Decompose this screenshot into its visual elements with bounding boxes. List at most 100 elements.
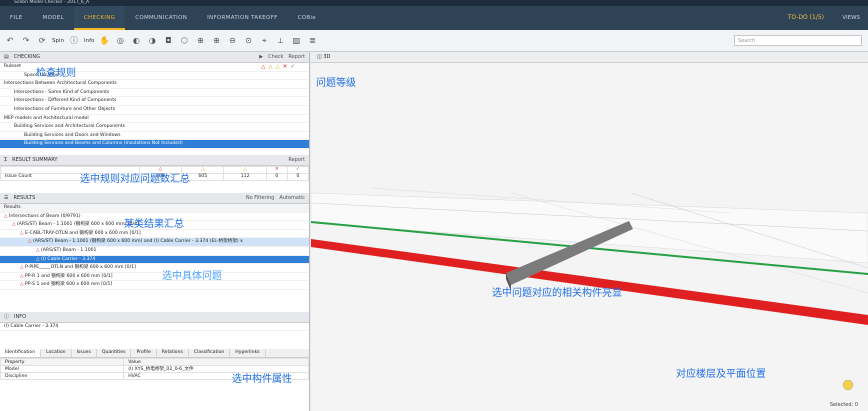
- cube-icon[interactable]: ⬡: [178, 36, 190, 45]
- info-col-property: Property: [0, 358, 125, 367]
- count-low: 112: [223, 172, 267, 181]
- rule-label: Intersections Between Architectural Comp…: [4, 81, 117, 87]
- info-tab[interactable]: Classification: [189, 349, 231, 358]
- info-tab[interactable]: Relations: [157, 349, 189, 358]
- count-rejected: 0: [265, 172, 288, 181]
- rule-row[interactable]: Intersections - Same Kind of Components: [0, 89, 309, 98]
- check-button[interactable]: Check: [268, 54, 283, 60]
- info-button[interactable]: Info: [84, 38, 94, 44]
- rule-row[interactable]: MEP models and Architectural model: [0, 115, 309, 124]
- automatic-dropdown[interactable]: Automatic: [279, 195, 305, 201]
- check-icon[interactable]: ▶: [259, 54, 263, 60]
- result-label: PP-S 1 and 钢构梁 600 x 600 mm [0/1]: [25, 282, 113, 288]
- camera-icon[interactable]: ◘: [162, 36, 174, 45]
- result-label: (ARS/ST) Beam - 1.1001: [41, 247, 97, 253]
- rule-row[interactable]: Intersections of Furniture and Other Obj…: [0, 106, 309, 115]
- undo-icon[interactable]: ↶: [4, 36, 16, 45]
- annotation-highlight: 选中问题对应的相关构件亮显: [492, 288, 622, 299]
- results-icon: ☰: [4, 194, 9, 201]
- annotation-summary: 选中规则对应问题数汇总: [80, 174, 190, 185]
- annotation-check-rules: 检查规则: [36, 68, 76, 79]
- search-input[interactable]: Search: [734, 35, 862, 46]
- spin-icon[interactable]: ⟳: [36, 36, 48, 45]
- result-row[interactable]: △ P-PIPE_____OTLN and 钢构梁 600 x 600 mm […: [0, 264, 309, 273]
- rule-label: Building Services and Doors and Windows: [24, 132, 121, 138]
- 3d-scene[interactable]: [311, 63, 868, 411]
- results-column-header: Results: [0, 203, 309, 213]
- rule-label: Intersections of Furniture and Other Obj…: [14, 106, 116, 112]
- info-tab[interactable]: Identification: [0, 349, 42, 358]
- selected-count: Selected: 0: [829, 402, 858, 408]
- checking-header: ▤ CHECKING ▶ Check Report: [0, 52, 309, 63]
- filter-dropdown[interactable]: No Filtering: [246, 195, 275, 201]
- menu-checking[interactable]: CHECKING: [73, 6, 126, 30]
- result-row[interactable]: △ PP-S 1 and 钢构梁 600 x 600 mm [0/1]: [0, 281, 309, 290]
- rule-label: Intersections - Different Kind of Compon…: [14, 98, 117, 104]
- info-tab[interactable]: Issues: [72, 349, 97, 358]
- info-icon[interactable]: ⓘ: [68, 35, 80, 46]
- hide-icon[interactable]: ◐: [130, 36, 142, 45]
- menu-file[interactable]: FILE: [0, 6, 33, 30]
- info-tab[interactable]: Profile: [131, 349, 157, 358]
- todo-button[interactable]: TO-DO (1/5): [788, 6, 824, 30]
- spin-button[interactable]: Spin: [52, 38, 64, 44]
- 3d-view-title: 3D: [323, 54, 331, 60]
- navigation-cube-icon[interactable]: [842, 379, 854, 391]
- result-label: (ARS/ST) Beam - 1.1001 (钢构梁 600 x 600 mm…: [17, 222, 139, 228]
- redo-icon[interactable]: ↷: [20, 36, 32, 45]
- report-button[interactable]: Report: [288, 54, 305, 60]
- results-title: RESULTS: [13, 194, 36, 201]
- fit-icon[interactable]: ⊙: [242, 36, 254, 45]
- info-prop-model: Model: [0, 365, 125, 374]
- menu-cobie[interactable]: COBie: [288, 6, 326, 30]
- checking-title: CHECKING: [13, 54, 41, 60]
- count-accepted: 0: [286, 172, 310, 181]
- summary-icon: Σ: [4, 156, 8, 163]
- info-tab[interactable]: Hyperlinks: [230, 349, 266, 358]
- menu-model[interactable]: MODEL: [33, 6, 74, 30]
- left-panel: ▤ CHECKING ▶ Check Report Ruleset △ △ △ ✕ ✓ …: [0, 52, 310, 411]
- menu-information-takeoff[interactable]: INFORMATION TAKEOFF: [197, 6, 287, 30]
- annotation-selected-issue: 选中具体问题: [162, 271, 222, 282]
- main-menu: FILE MODEL CHECKING COMMUNICATION INFORM…: [0, 6, 868, 30]
- info-prop-discipline: Discipline: [0, 372, 125, 381]
- section-icon[interactable]: ▨: [290, 36, 302, 45]
- isolate-icon[interactable]: ◑: [146, 36, 158, 45]
- result-label: Intersections of Beam (0/9791): [9, 213, 81, 219]
- result-label: P-PIPE_____OTLN and 钢构梁 600 x 600 mm [0/…: [25, 265, 136, 271]
- views-menu[interactable]: VIEWS: [842, 6, 860, 30]
- rule-row[interactable]: Building Services and Beams and Columns …: [0, 140, 309, 149]
- result-row[interactable]: △ (ARS/ST) Beam - 1.1001: [0, 247, 309, 256]
- info-tab[interactable]: Quantities: [97, 349, 132, 358]
- annotation-issue-level: 问题等级: [316, 78, 356, 89]
- 3d-view[interactable]: ◫ 3D Selected: 0: [311, 52, 868, 411]
- zoom-in-icon[interactable]: ⊕: [210, 36, 222, 45]
- summary-header: Σ RESULT SUMMARY Report: [0, 154, 309, 166]
- result-label: (ARS/ST) Beam - 1.1001 (钢构梁 600 x 600 mm…: [33, 239, 243, 245]
- layers-icon[interactable]: ≣: [306, 36, 318, 45]
- results-header: ☰ RESULTS No Filtering Automatic: [0, 192, 309, 204]
- zoom-icon[interactable]: ⊕: [194, 36, 206, 45]
- hand-icon[interactable]: ✋: [98, 36, 110, 45]
- info-tab[interactable]: Location: [41, 349, 72, 358]
- zoom-out-icon[interactable]: ⊖: [226, 36, 238, 45]
- select-icon[interactable]: ⌖: [258, 36, 270, 46]
- ruleset-label: Ruleset: [4, 64, 22, 69]
- rule-row[interactable]: Building Services and Architectural Comp…: [0, 123, 309, 132]
- result-row[interactable]: △ (I) Cable Carrier - 3.374: [0, 255, 309, 265]
- measure-icon[interactable]: ⟂: [274, 36, 286, 46]
- visibility-icon[interactable]: ◎: [114, 36, 126, 45]
- result-row[interactable]: △ PP-R 1 and 钢构梁 600 x 600 mm [0/1]: [0, 273, 309, 282]
- info-panel-icon: ⓘ: [4, 314, 10, 321]
- result-label: (I) Cable Carrier - 3.374: [41, 256, 96, 262]
- result-row[interactable]: △ (ARS/ST) Beam - 1.1001 (钢构梁 600 x 600 …: [0, 238, 309, 247]
- rule-row[interactable]: Intersections Between Architectural Comp…: [0, 80, 309, 89]
- rule-label: MEP models and Architectural model: [4, 115, 89, 121]
- info-tabs: Identification Location Issues Quantities Pr…: [0, 349, 309, 359]
- result-row[interactable]: △ E-CABL-TRAY-OTLN and 钢构梁 600 x 600 mm …: [0, 230, 309, 239]
- rule-row[interactable]: Intersections - Different Kind of Compon…: [0, 97, 309, 106]
- checking-rules-list: Space Location Intersections Between Arch…: [0, 72, 309, 149]
- summary-report-button[interactable]: Report: [288, 157, 305, 163]
- rule-row[interactable]: Building Services and Doors and Windows: [0, 132, 309, 141]
- menu-communication[interactable]: COMMUNICATION: [125, 6, 197, 30]
